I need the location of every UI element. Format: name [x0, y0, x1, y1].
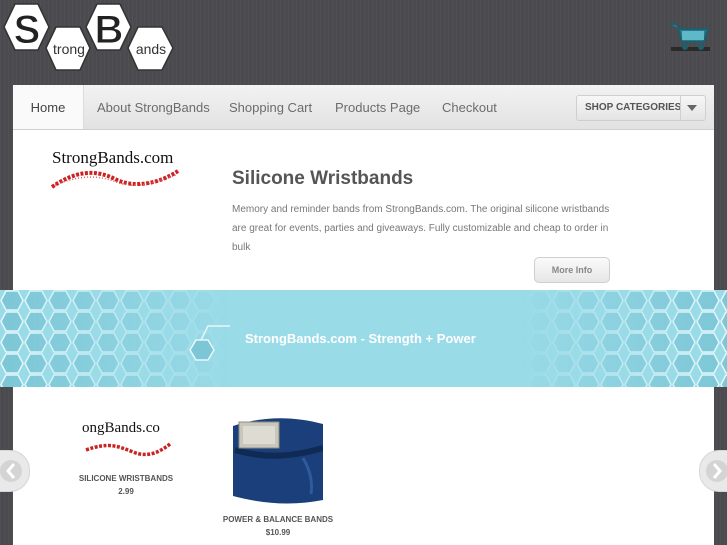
chevron-right-icon: [706, 460, 727, 482]
logo-letter-s: S: [14, 8, 41, 52]
product-card[interactable]: POWER & BALANCE BANDS $10.99: [222, 418, 334, 539]
nav-home[interactable]: Home: [13, 85, 84, 129]
nav-products-page[interactable]: Products Page: [335, 85, 420, 129]
nav-checkout[interactable]: Checkout: [442, 85, 497, 129]
dropdown-divider: [680, 96, 681, 120]
chevron-left-icon: [0, 460, 22, 482]
product-thumbnail[interactable]: ongBands.co: [78, 420, 174, 470]
nav-about[interactable]: About StrongBands: [97, 85, 210, 129]
product-name[interactable]: SILICONE WRISTBANDS: [78, 473, 174, 485]
chevron-down-icon: [687, 105, 697, 111]
product-name[interactable]: POWER & BALANCE BANDS: [222, 514, 334, 526]
shopping-cart-icon[interactable]: [668, 18, 712, 54]
more-info-button[interactable]: More Info: [534, 257, 610, 283]
strongbands-logo[interactable]: S trong B ands: [0, 0, 180, 72]
product-price: $10.99: [265, 528, 291, 537]
logo-word-ands: ands: [136, 41, 166, 57]
nav-shopping-cart[interactable]: Shopping Cart: [229, 85, 312, 129]
shop-categories-dropdown[interactable]: SHOP CATEGORIES: [576, 95, 706, 121]
red-swoosh-graphic: [50, 169, 180, 189]
logo-letter-b: B: [95, 8, 124, 52]
product-thumb-text: ongBands.co: [82, 420, 160, 436]
logo-word-trong: trong: [53, 41, 85, 57]
carousel-next-button[interactable]: [699, 450, 727, 492]
product-card[interactable]: ongBands.co SILICONE WRISTBANDS 2.99: [78, 420, 174, 498]
hero-logo: StrongBands.com: [50, 148, 185, 196]
carousel-prev-button[interactable]: [0, 450, 30, 492]
red-swoosh-graphic: [85, 442, 172, 457]
hero-title: Silicone Wristbands: [232, 168, 414, 189]
shop-categories-label: SHOP CATEGORIES: [585, 102, 682, 113]
banner-text: StrongBands.com - Strength + Power: [245, 331, 476, 346]
product-thumbnail[interactable]: [233, 418, 323, 506]
hero-description: Memory and reminder bands from StrongBan…: [232, 204, 610, 253]
product-price: 2.99: [118, 487, 134, 496]
